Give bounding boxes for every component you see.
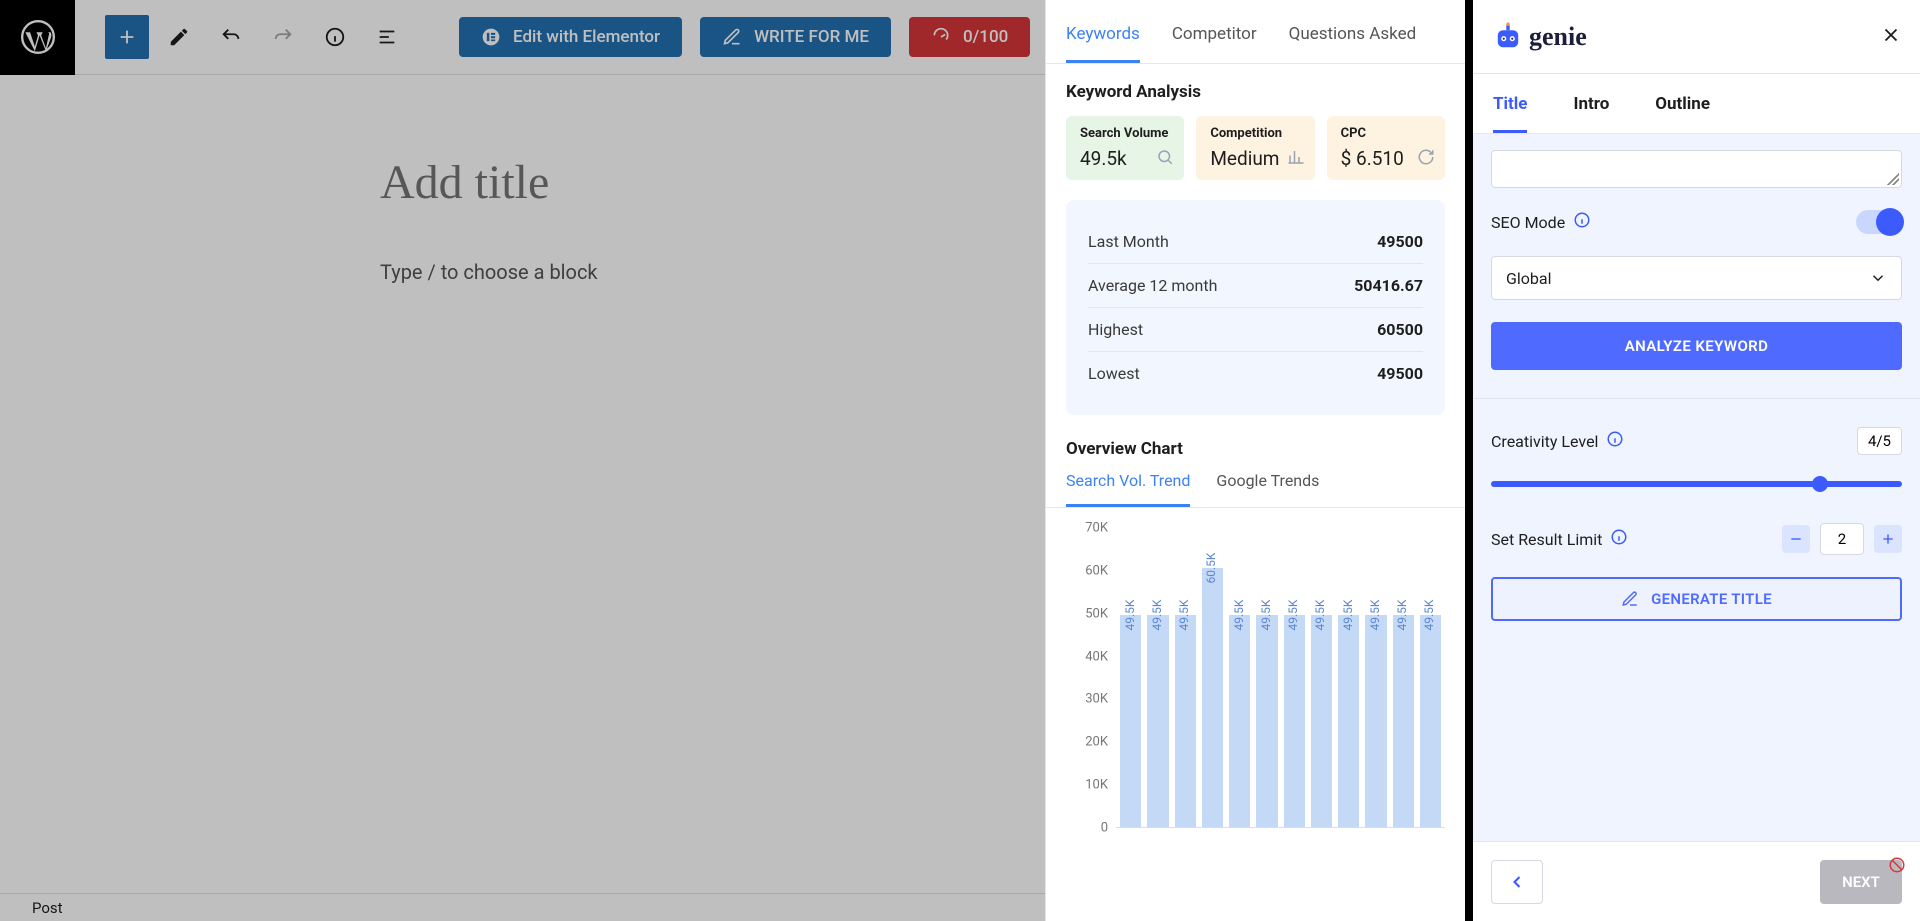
close-button[interactable] — [1880, 24, 1902, 50]
seo-score-label: 0/100 — [963, 27, 1008, 47]
chevron-down-icon — [1869, 269, 1887, 287]
stat-cpc-label: CPC — [1341, 126, 1431, 141]
country-value: Global — [1506, 269, 1552, 288]
keyword-metrics-card: Last Month49500 Average 12 month50416.67… — [1066, 200, 1445, 415]
result-limit-stepper: 2 — [1782, 523, 1902, 555]
stat-cpc: CPC $ 6.510 — [1327, 116, 1445, 180]
refresh-icon — [1417, 148, 1435, 170]
pencil-icon — [1621, 590, 1639, 608]
stat-sv-label: Search Volume — [1080, 126, 1170, 141]
tab-keywords[interactable]: Keywords — [1066, 24, 1140, 63]
seo-mode-label: SEO Mode — [1491, 213, 1565, 232]
generate-title-button[interactable]: GENERATE TITLE — [1491, 577, 1902, 621]
keyword-analysis-panel: Keywords Competitor Questions Asked Keyw… — [1045, 0, 1465, 921]
metric-row: Lowest49500 — [1088, 352, 1423, 395]
creativity-value: 4/5 — [1857, 427, 1902, 455]
overview-chart-heading: Overview Chart — [1046, 415, 1465, 471]
overview-tabs: Search Vol. Trend Google Trends — [1046, 471, 1465, 508]
bar-chart-icon — [1287, 148, 1305, 170]
side-panel-container: Keywords Competitor Questions Asked Keyw… — [1045, 0, 1920, 921]
generate-title-label: GENERATE TITLE — [1651, 590, 1772, 608]
seo-mode-toggle[interactable] — [1856, 210, 1902, 234]
block-inserter-button[interactable] — [105, 15, 149, 59]
keyword-analysis-heading: Keyword Analysis — [1046, 64, 1465, 116]
post-type-label: Post — [32, 899, 63, 917]
edit-tool-icon[interactable] — [157, 15, 201, 59]
tab-questions[interactable]: Questions Asked — [1289, 24, 1417, 63]
result-limit-label: Set Result Limit — [1491, 530, 1602, 549]
write-for-me-button[interactable]: WRITE FOR ME — [700, 17, 891, 57]
stat-comp-label: Competition — [1210, 126, 1300, 141]
info-icon[interactable] — [1606, 430, 1624, 452]
tab-search-vol-trend[interactable]: Search Vol. Trend — [1066, 471, 1190, 507]
genie-logo-text: genie — [1529, 22, 1587, 52]
stat-search-volume: Search Volume 49.5k — [1066, 116, 1184, 180]
creativity-slider[interactable] — [1491, 481, 1902, 487]
metric-row: Average 12 month50416.67 — [1088, 264, 1423, 308]
search-icon — [1156, 148, 1174, 170]
info-icon[interactable] — [313, 15, 357, 59]
genie-logo: genie — [1491, 20, 1587, 54]
search-volume-chart: 010K20K30K40K50K60K70K 49.5K49.5K49.5K60… — [1066, 528, 1445, 868]
edit-elementor-button[interactable]: Edit with Elementor — [459, 17, 682, 57]
not-allowed-icon — [1888, 856, 1906, 874]
analyze-keyword-button[interactable]: ANALYZE KEYWORD — [1491, 322, 1902, 370]
stepper-value: 2 — [1820, 523, 1864, 555]
prev-button[interactable] — [1491, 860, 1543, 904]
metric-row: Last Month49500 — [1088, 220, 1423, 264]
outline-icon[interactable] — [365, 15, 409, 59]
creativity-label: Creativity Level — [1491, 432, 1598, 451]
tab-competitor[interactable]: Competitor — [1172, 24, 1257, 63]
robot-icon — [1491, 20, 1525, 54]
stat-competition: Competition Medium — [1196, 116, 1314, 180]
tab-intro[interactable]: Intro — [1573, 94, 1609, 133]
wordpress-logo[interactable] — [0, 0, 75, 75]
seo-score-button[interactable]: 0/100 — [909, 17, 1030, 57]
info-icon[interactable] — [1573, 211, 1591, 233]
elementor-label: Edit with Elementor — [513, 27, 660, 47]
content-generation-panel: genie Title Intro Outline SEO Mode Globa… — [1473, 0, 1920, 921]
metric-row: Highest60500 — [1088, 308, 1423, 352]
kw-tabs: Keywords Competitor Questions Asked — [1046, 0, 1465, 64]
tab-outline[interactable]: Outline — [1655, 94, 1710, 133]
tab-title[interactable]: Title — [1493, 94, 1527, 133]
next-button: NEXT — [1820, 860, 1902, 904]
panel-divider — [1465, 0, 1473, 921]
undo-icon[interactable] — [209, 15, 253, 59]
gen-tabs: Title Intro Outline — [1473, 74, 1920, 134]
write-for-me-label: WRITE FOR ME — [754, 27, 869, 47]
stepper-increment[interactable] — [1874, 525, 1902, 553]
stepper-decrement[interactable] — [1782, 525, 1810, 553]
gen-footer: NEXT — [1473, 841, 1920, 921]
title-input[interactable] — [1491, 150, 1902, 188]
next-label: NEXT — [1842, 873, 1880, 891]
redo-icon — [261, 15, 305, 59]
gen-header: genie — [1473, 0, 1920, 74]
country-select[interactable]: Global — [1491, 256, 1902, 300]
tab-google-trends[interactable]: Google Trends — [1216, 471, 1319, 507]
info-icon[interactable] — [1610, 528, 1628, 550]
